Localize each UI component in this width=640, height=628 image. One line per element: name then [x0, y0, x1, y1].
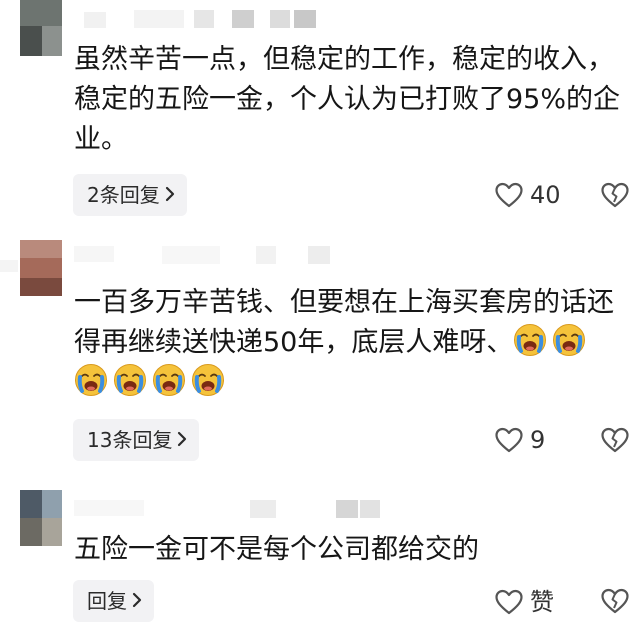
reply-label: 回复 [87, 589, 127, 613]
broken-heart-icon[interactable] [600, 181, 630, 211]
loudly-crying-face-icon [191, 363, 225, 397]
comment-text: 虽然辛苦一点，但稳定的工作，稳定的收入，稳定的五险一金，个人认为已打败了95%的… [74, 44, 621, 155]
broken-heart-icon[interactable] [600, 426, 630, 456]
reply-label: 13条回复 [87, 428, 173, 452]
comment-text: 五险一金可不是每个公司都给交的 [74, 534, 479, 565]
username[interactable] [0, 246, 340, 272]
broken-heart-icon[interactable] [600, 587, 630, 617]
like-count: 40 [530, 181, 561, 209]
username[interactable] [74, 8, 334, 30]
like-button[interactable]: 赞 [494, 584, 554, 620]
chevron-right-icon [165, 174, 175, 216]
like-button[interactable]: 40 [494, 177, 561, 213]
heart-outline-icon [494, 426, 524, 454]
reply-label: 2条回复 [87, 183, 160, 207]
comment-3: 五险一金可不是每个公司都给交的 回复 赞 [0, 490, 640, 628]
loudly-crying-face-icon [513, 323, 547, 357]
chevron-right-icon [132, 580, 142, 622]
comment-1: 虽然辛苦一点，但稳定的工作，稳定的收入，稳定的五险一金，个人认为已打败了95%的… [0, 0, 640, 220]
heart-outline-icon [494, 588, 524, 616]
loudly-crying-face-icon [152, 363, 186, 397]
view-replies-button[interactable]: 13条回复 [73, 419, 200, 461]
avatar[interactable] [20, 490, 62, 546]
comment-2: 一百多万辛苦钱、但要想在上海买套房的话还得再继续送快递50年，底层人难呀、 13… [0, 240, 640, 470]
reply-button[interactable]: 回复 [73, 580, 154, 622]
view-replies-button[interactable]: 2条回复 [73, 174, 187, 216]
loudly-crying-face-icon [113, 363, 147, 397]
loudly-crying-face-icon [552, 323, 586, 357]
like-button[interactable]: 9 [494, 422, 545, 458]
loudly-crying-face-icon [74, 363, 108, 397]
chevron-right-icon [177, 419, 187, 461]
avatar[interactable] [20, 0, 62, 56]
comment-text: 一百多万辛苦钱、但要想在上海买套房的话还得再继续送快递50年，底层人难呀、 [74, 283, 622, 403]
heart-outline-icon [494, 181, 524, 209]
username[interactable] [74, 498, 384, 520]
like-count: 9 [530, 426, 546, 454]
like-label: 赞 [530, 588, 554, 616]
